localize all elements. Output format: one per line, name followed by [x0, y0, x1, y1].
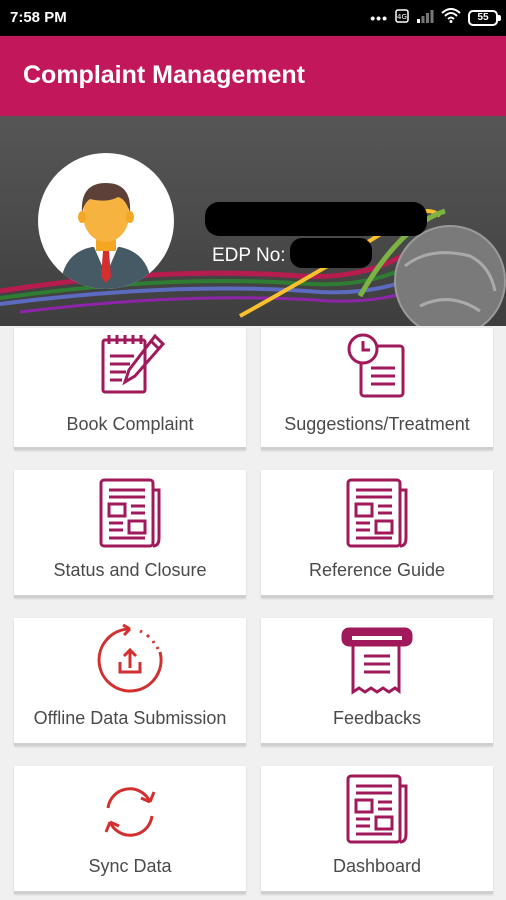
redacted-name: [205, 202, 427, 236]
status-and-closure-tile[interactable]: Status and Closure: [14, 470, 246, 598]
volte-icon: 4G: [395, 8, 409, 28]
battery-icon: 55: [468, 10, 501, 26]
book-complaint-tile[interactable]: Book Complaint: [14, 328, 246, 450]
notepad-pencil-icon: [101, 333, 166, 394]
newspaper-icon: [99, 478, 161, 548]
document-clock-icon: [347, 333, 405, 398]
dashboard-label: Dashboard: [332, 856, 422, 876]
avatar: [38, 153, 174, 289]
dots-icon: •••: [370, 10, 388, 26]
profile-header: EDP No:: [0, 116, 506, 326]
edp-label: EDP No:: [212, 245, 286, 266]
feedbacks-label: Feedbacks: [332, 708, 422, 728]
upload-refresh-icon: [97, 624, 163, 693]
wifi-icon: [441, 8, 461, 28]
suggestions-treatment-label: Suggestions/Treatment: [284, 414, 470, 434]
user-avatar-icon: [60, 183, 152, 289]
sync-icon: [104, 787, 156, 837]
newspaper-icon: [346, 478, 408, 548]
menu-grid: Book Complaint Suggestions/Treatment Sta…: [0, 326, 506, 900]
sync-data-tile[interactable]: Sync Data: [14, 766, 246, 894]
app-title: Complaint Management: [23, 61, 305, 89]
svg-text:4G: 4G: [397, 13, 407, 21]
status-time: 7:58 PM: [10, 9, 67, 26]
status-and-closure-label: Status and Closure: [53, 560, 207, 580]
receipt-icon: [341, 627, 413, 695]
offline-data-submission-label: Offline Data Submission: [33, 708, 227, 728]
suggestions-treatment-tile[interactable]: Suggestions/Treatment: [261, 328, 493, 450]
app-bar: Complaint Management: [0, 36, 506, 116]
reference-guide-tile[interactable]: Reference Guide: [261, 470, 493, 598]
feedbacks-tile[interactable]: Feedbacks: [261, 618, 493, 746]
status-icons: ••• 4G 55: [370, 8, 501, 28]
dashboard-tile[interactable]: Dashboard: [261, 766, 493, 894]
redacted-edp-number: [290, 238, 372, 268]
offline-data-submission-tile[interactable]: Offline Data Submission: [14, 618, 246, 746]
book-complaint-label: Book Complaint: [66, 414, 194, 434]
status-bar: 7:58 PM ••• 4G 55: [0, 0, 506, 36]
signal-icon: [416, 9, 434, 28]
reference-guide-label: Reference Guide: [308, 560, 446, 580]
sync-data-label: Sync Data: [88, 856, 172, 876]
newspaper-icon: [346, 774, 408, 844]
